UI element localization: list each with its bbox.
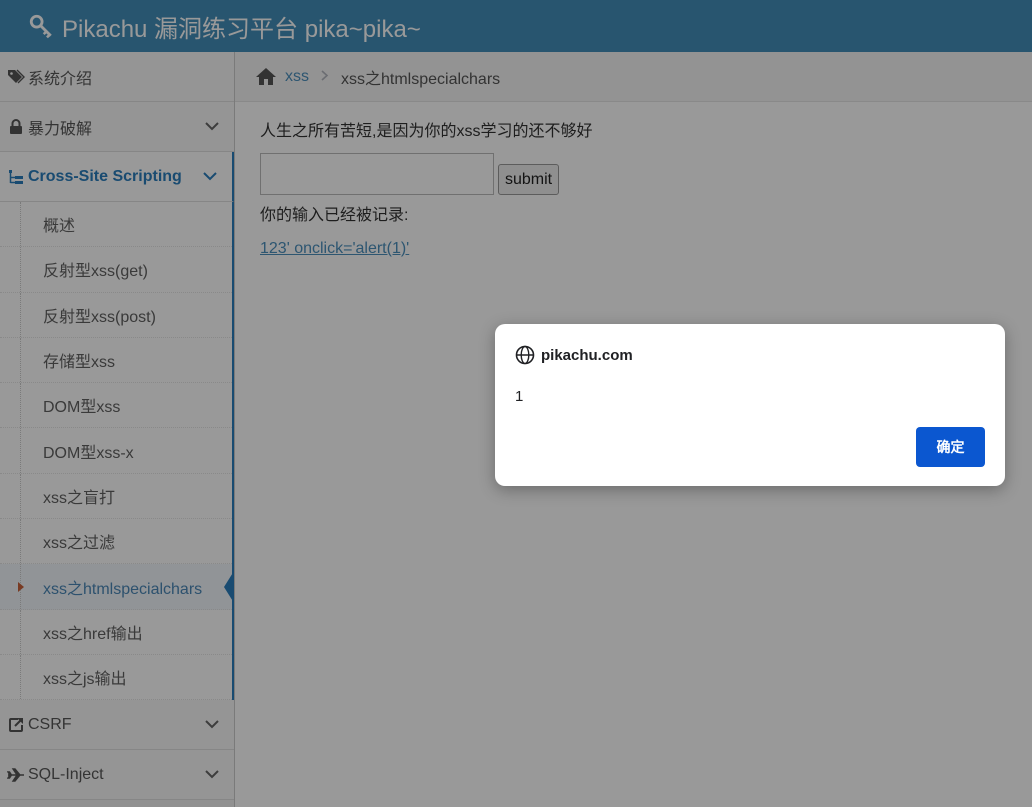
confirm-button[interactable]: 确定 bbox=[916, 427, 985, 467]
dialog-site: pikachu.com bbox=[541, 346, 633, 364]
alert-dialog: pikachu.com 1 确定 bbox=[495, 324, 1005, 486]
dialog-message: 1 bbox=[515, 388, 524, 405]
dialog-header: pikachu.com bbox=[515, 345, 985, 365]
modal-overlay: pikachu.com 1 确定 bbox=[0, 0, 1032, 807]
globe-icon bbox=[515, 345, 535, 365]
